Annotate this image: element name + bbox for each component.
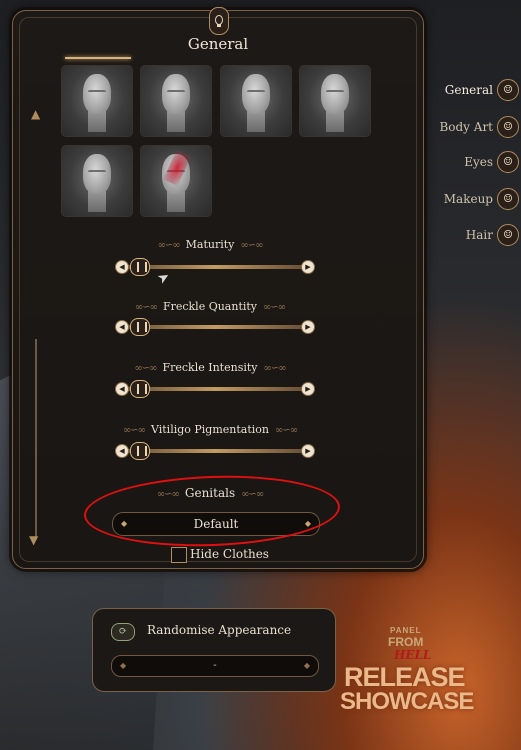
vitiligo-pigmentation-label: ∞∽∞ Vitiligo Pigmentation ∞∽∞ (122, 423, 298, 436)
slider-decrease-icon[interactable]: ◀ (115, 444, 129, 458)
slider-track (127, 265, 303, 269)
face-preset-1[interactable] (61, 65, 133, 137)
face-preset-5[interactable] (61, 145, 133, 217)
slider-thumb[interactable] (130, 442, 150, 460)
slider-increase-icon[interactable]: ▶ (301, 320, 315, 334)
randomise-dice-icon[interactable]: ⟳ (111, 623, 135, 641)
slider-increase-icon[interactable]: ▶ (301, 382, 315, 396)
maturity-label: ∞∽∞ Maturity ∞∽∞ (157, 238, 264, 251)
tab-hair[interactable]: Hair ☺ (466, 223, 519, 247)
tab-makeup-icon: ☺ (497, 188, 519, 210)
randomise-field-value: - (213, 660, 217, 671)
slider-increase-icon[interactable]: ▶ (301, 444, 315, 458)
randomise-panel: ⟳ Randomise Appearance ◆ - ◆ (92, 608, 336, 692)
freckle-intensity-label: ∞∽∞ Freckle Intensity ∞∽∞ (134, 361, 286, 374)
vitiligo-pigmentation-slider[interactable]: ◀ ▶ (115, 442, 315, 460)
face-preset-3[interactable] (220, 65, 292, 137)
slider-decrease-icon[interactable]: ◀ (115, 382, 129, 396)
face-preset-4[interactable] (299, 65, 371, 137)
freckle-intensity-slider[interactable]: ◀ ▶ (115, 380, 315, 398)
tab-general[interactable]: General ☺ (445, 78, 519, 102)
tab-general-icon: ☺ (497, 79, 519, 101)
hide-clothes-checkbox[interactable] (171, 547, 187, 563)
freckle-quantity-label: ∞∽∞ Freckle Quantity ∞∽∞ (134, 300, 286, 313)
slider-thumb[interactable] (130, 318, 150, 336)
face-preset-6[interactable] (140, 145, 212, 217)
slider-track (127, 387, 303, 391)
slider-thumb[interactable] (130, 258, 150, 276)
panel-title: General (187, 35, 249, 53)
tab-eyes[interactable]: Eyes ☺ (464, 150, 519, 174)
tab-hair-icon: ☺ (497, 224, 519, 246)
title-underline (65, 57, 131, 59)
slider-decrease-icon[interactable]: ◀ (115, 260, 129, 274)
hide-clothes-label[interactable]: Hide Clothes (190, 547, 269, 561)
field-next-icon[interactable]: ◆ (304, 656, 310, 676)
scroll-down-icon[interactable]: ▼ (29, 533, 38, 547)
side-scrollbar[interactable] (33, 339, 39, 539)
face-preset-2[interactable] (140, 65, 212, 137)
field-prev-icon[interactable]: ◆ (120, 656, 126, 676)
panel-from-hell-logo: PANEL FROM HELL RELEASE SHOWCASE (340, 626, 474, 715)
panel-emblem-icon (209, 7, 229, 35)
slider-thumb[interactable] (130, 380, 150, 398)
tab-makeup[interactable]: Makeup ☺ (444, 187, 519, 211)
tab-body-art[interactable]: Body Art ☺ (439, 115, 519, 139)
slider-decrease-icon[interactable]: ◀ (115, 320, 129, 334)
tab-body-art-icon: ☺ (497, 116, 519, 138)
tab-eyes-icon: ☺ (497, 151, 519, 173)
maturity-slider[interactable]: ◀ ▶ (115, 258, 315, 276)
freckle-quantity-slider[interactable]: ◀ ▶ (115, 318, 315, 336)
randomise-appearance-button[interactable]: Randomise Appearance (147, 623, 291, 637)
scroll-up-icon[interactable]: ▲ (31, 107, 40, 121)
slider-increase-icon[interactable]: ▶ (301, 260, 315, 274)
slider-track (127, 325, 303, 329)
slider-track (127, 449, 303, 453)
randomise-value-field[interactable]: ◆ - ◆ (111, 655, 319, 677)
